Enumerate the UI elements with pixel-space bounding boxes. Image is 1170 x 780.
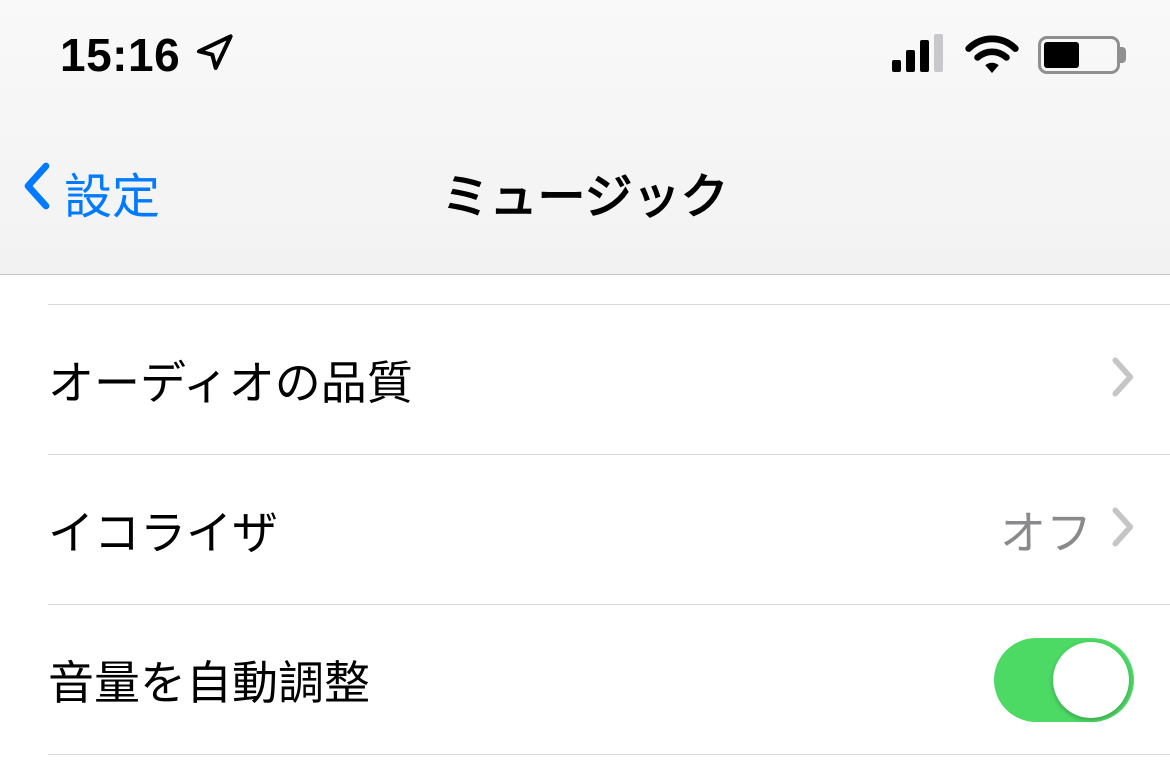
status-bar: 15:16 xyxy=(0,0,1170,110)
back-label: 設定 xyxy=(64,157,160,227)
cellular-icon xyxy=(892,34,946,77)
list-spacer xyxy=(48,275,1170,305)
row-label: イコライザ xyxy=(48,497,1000,563)
row-audio-quality[interactable]: オーディオの品質 xyxy=(48,305,1170,455)
row-equalizer[interactable]: イコライザ オフ xyxy=(48,455,1170,605)
status-time: 15:16 xyxy=(60,28,180,82)
row-sound-check: 音量を自動調整 xyxy=(48,605,1170,755)
page-title: ミュージック xyxy=(441,157,728,227)
row-label: オーディオの品質 xyxy=(48,347,1110,413)
back-button[interactable]: 設定 xyxy=(22,157,160,227)
battery-icon xyxy=(1038,36,1120,74)
chevron-right-icon xyxy=(1110,357,1134,402)
location-icon xyxy=(194,33,234,78)
wifi-icon xyxy=(964,33,1020,78)
status-left: 15:16 xyxy=(60,28,234,82)
sound-check-toggle[interactable] xyxy=(994,638,1134,722)
nav-bar: 設定 ミュージック xyxy=(0,110,1170,275)
status-right xyxy=(892,33,1120,78)
row-label: 音量を自動調整 xyxy=(48,647,994,713)
row-detail: オフ xyxy=(1000,497,1092,563)
chevron-left-icon xyxy=(22,162,50,222)
settings-list: オーディオの品質 イコライザ オフ 音量を自動調整 xyxy=(0,275,1170,755)
chevron-right-icon xyxy=(1110,507,1134,552)
